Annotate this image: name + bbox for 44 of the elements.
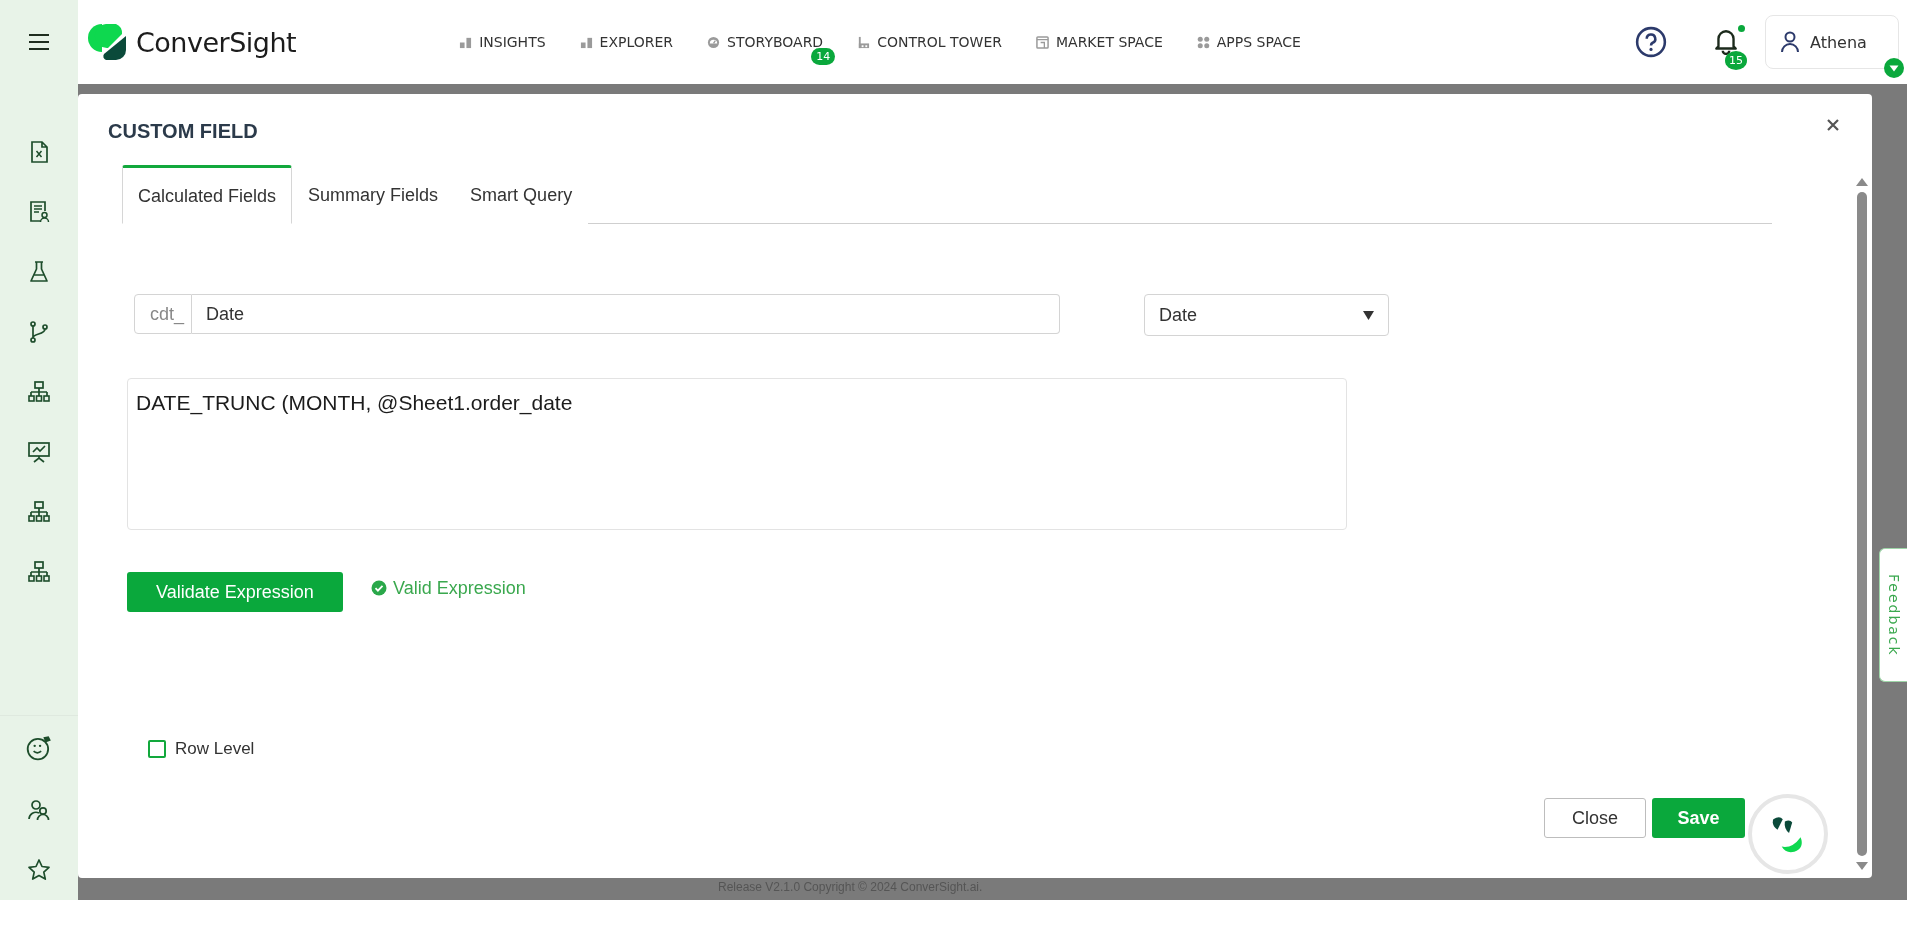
hierarchy-icon[interactable] xyxy=(27,560,51,584)
validation-status: Valid Expression xyxy=(393,577,526,599)
nav-link[interactable]: CONTROL TOWER xyxy=(857,34,1002,50)
user-icon xyxy=(1780,31,1800,53)
nav-link[interactable]: APPS SPACE xyxy=(1196,34,1301,50)
store-icon xyxy=(1035,35,1049,49)
nav-link[interactable]: STORYBOARD xyxy=(707,34,824,50)
bar-chart-icon xyxy=(579,35,593,49)
gauge-icon xyxy=(707,35,721,49)
checkbox-label: Row Level xyxy=(175,739,255,759)
logo-icon xyxy=(88,22,128,62)
smiley-icon[interactable] xyxy=(25,734,53,762)
scrollbar-thumb[interactable] xyxy=(1857,192,1867,856)
row-level-checkbox[interactable] xyxy=(148,740,166,758)
tab[interactable]: Calculated Fields xyxy=(122,165,293,224)
notification-count-badge: 15 xyxy=(1725,51,1747,70)
users-icon[interactable] xyxy=(27,798,51,822)
caret-icon xyxy=(1363,310,1374,320)
scroll-up-icon[interactable] xyxy=(1856,178,1868,186)
hierarchy-icon[interactable] xyxy=(27,380,51,404)
report-user-icon[interactable] xyxy=(27,200,51,224)
branch-icon[interactable] xyxy=(27,320,51,344)
name-input[interactable]: Date xyxy=(192,294,1060,334)
type-dropdown[interactable]: Date xyxy=(1144,294,1389,336)
menu-icon[interactable] xyxy=(28,33,50,51)
field-prefix: cdt_ xyxy=(134,294,193,334)
logo-text: ConverSight xyxy=(136,26,297,58)
nav-link[interactable]: MARKET SPACE xyxy=(1035,34,1163,50)
nav-link[interactable]: INSIGHTS xyxy=(459,34,546,50)
hierarchy-icon[interactable] xyxy=(27,500,51,524)
close-button[interactable]: Close xyxy=(1544,798,1646,838)
scroll-down-icon[interactable] xyxy=(1856,862,1868,870)
count-badge: 14 xyxy=(811,48,836,65)
nav-link[interactable]: EXPLORER xyxy=(579,34,674,50)
dropdown-icon[interactable] xyxy=(1884,58,1904,78)
flask-icon[interactable] xyxy=(27,260,51,284)
star-icon[interactable] xyxy=(27,858,51,882)
presentation-icon[interactable] xyxy=(27,440,51,464)
dialog-title: CUSTOM FIELD xyxy=(108,120,258,143)
bar-chart-icon xyxy=(459,35,473,49)
expression-editor[interactable]: DATE_TRUNC (MONTH, @Sheet1.order_date xyxy=(127,378,1347,530)
bell-icon[interactable] xyxy=(1713,27,1739,55)
grid-icon xyxy=(1196,35,1210,49)
help-icon[interactable] xyxy=(1635,26,1667,58)
